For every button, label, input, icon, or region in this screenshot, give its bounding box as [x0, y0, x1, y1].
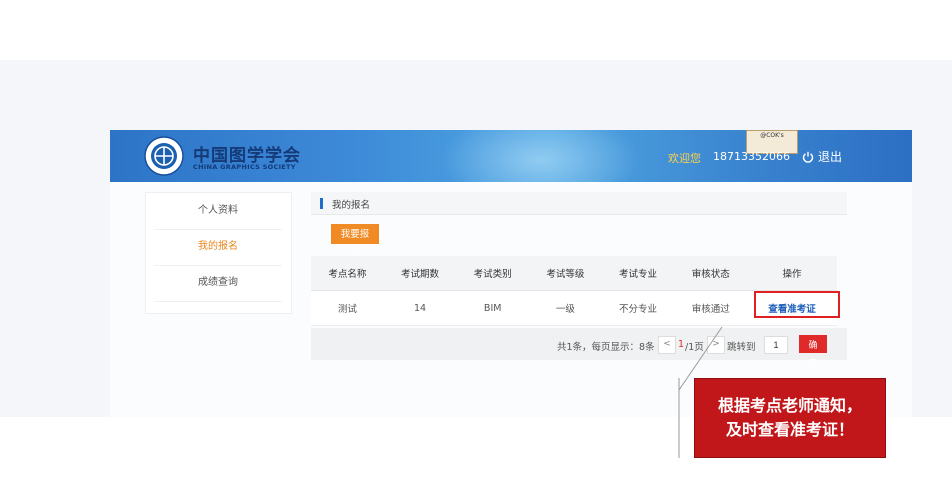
cell-level: 一级 [529, 290, 602, 326]
callout-note: 根据考点老师通知， 及时查看准考证！ [694, 378, 886, 458]
prev-page-button[interactable]: < [658, 336, 676, 354]
logout-button[interactable]: 退出 [802, 148, 842, 165]
column-header: 考试类别 [456, 256, 530, 291]
jump-label: 跳转到 [727, 342, 756, 353]
sidebar-item-my-registration[interactable]: 我的报名 [154, 229, 282, 266]
power-icon [802, 151, 814, 163]
confirm-jump-button[interactable]: 确定 [799, 335, 827, 368]
cell-period: 14 [383, 290, 457, 326]
highlight-box [754, 291, 840, 318]
column-header: 操作 [747, 256, 837, 291]
next-page-button[interactable]: > [707, 336, 725, 354]
jump-page-input[interactable] [764, 336, 788, 354]
column-header: 考点名称 [311, 256, 384, 291]
column-header: 考试等级 [529, 256, 602, 291]
logout-label: 退出 [818, 150, 843, 164]
breadcrumb: 我的报名 [311, 192, 847, 215]
user-phone: 18713352066 [713, 150, 790, 163]
brand-name-en: CHINA GRAPHICS SOCIETY [193, 163, 296, 171]
cell-site: 测试 [311, 290, 384, 326]
current-page: 1 [678, 339, 685, 350]
column-header: 考试专业 [601, 256, 675, 291]
callout-line-2: 及时查看准考证！ [725, 420, 854, 439]
welcome-text: 欢迎您 [668, 152, 701, 165]
pagination-summary: 共1条，每页显示：8条 [557, 342, 655, 353]
breadcrumb-label: 我的报名 [332, 200, 371, 211]
society-logo-icon [144, 136, 184, 176]
sidebar: 个人资料 我的报名 成绩查询 [145, 192, 292, 314]
column-header: 考试期数 [383, 256, 457, 291]
column-header: 审核状态 [674, 256, 748, 291]
total-pages: /1页 [685, 342, 704, 353]
cell-major: 不分专业 [601, 290, 675, 326]
register-button[interactable]: 我要报名 [331, 224, 379, 260]
sidebar-item-profile[interactable]: 个人资料 [154, 193, 282, 230]
table-header-row: 考点名称 考试期数 考试类别 考试等级 考试专业 审核状态 操作 [311, 256, 837, 291]
callout-line-1: 根据考点老师通知， [717, 396, 862, 415]
cell-category: BIM [456, 290, 530, 326]
cell-status: 审核通过 [674, 290, 748, 326]
sidebar-item-score-query[interactable]: 成绩查询 [154, 265, 282, 302]
